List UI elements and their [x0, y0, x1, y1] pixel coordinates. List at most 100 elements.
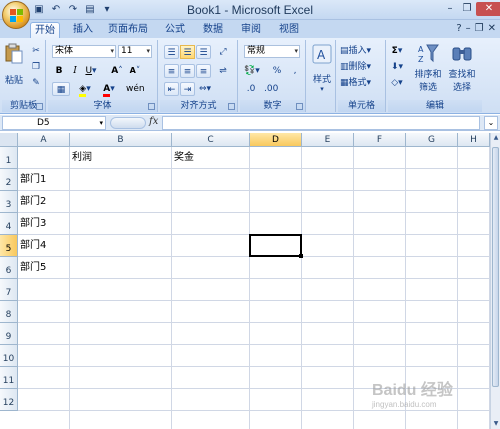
column-header-e[interactable]: E: [302, 133, 354, 147]
name-box[interactable]: D5 ▾: [2, 116, 106, 130]
cell-a5[interactable]: 部门4: [18, 235, 70, 257]
font-name-combo[interactable]: 宋体 ▾: [52, 45, 116, 58]
format-painter-icon[interactable]: ✎: [29, 76, 43, 90]
clear-button[interactable]: ◇▾: [390, 76, 404, 90]
column-header-g[interactable]: G: [406, 133, 458, 147]
increase-indent-button[interactable]: ⇥: [180, 82, 195, 96]
align-middle-button[interactable]: ☰: [180, 45, 195, 59]
grow-font-button[interactable]: A˄: [110, 64, 124, 78]
clipboard-group: 粘贴 ✂ ❐ ✎ 剪贴板: [2, 40, 46, 112]
find-select-button[interactable]: 查找和 选择: [446, 42, 478, 93]
autosum-button[interactable]: Σ▾: [390, 44, 404, 58]
cell-a2[interactable]: 部门1: [18, 169, 70, 191]
number-format-combo[interactable]: 常规 ▾: [244, 45, 300, 58]
tab-insert[interactable]: 插入: [68, 22, 98, 38]
restore-icon[interactable]: ❐: [475, 23, 484, 34]
row-header-2[interactable]: 2: [0, 169, 18, 191]
bold-button[interactable]: B: [52, 64, 66, 78]
row-header-12[interactable]: 12: [0, 389, 18, 411]
office-button[interactable]: [2, 1, 30, 29]
number-launcher-icon[interactable]: [296, 103, 303, 110]
row-header-11[interactable]: 11: [0, 367, 18, 389]
row-header-9[interactable]: 9: [0, 323, 18, 345]
row-header-1[interactable]: 1: [0, 147, 18, 169]
vertical-scrollbar[interactable]: ▲ ▼: [490, 133, 500, 429]
row-header-7[interactable]: 7: [0, 279, 18, 301]
align-top-button[interactable]: ☰: [164, 45, 179, 59]
column-header-f[interactable]: F: [354, 133, 406, 147]
align-center-button[interactable]: ≡: [180, 64, 195, 78]
alignment-launcher-icon[interactable]: [228, 103, 235, 110]
decrease-indent-button[interactable]: ⇤: [164, 82, 179, 96]
select-all-corner[interactable]: [0, 133, 18, 147]
tab-page-layout[interactable]: 页面布局: [106, 22, 150, 38]
fill-handle[interactable]: [299, 254, 303, 258]
close-workbook-icon[interactable]: ✕: [488, 23, 496, 34]
help-icon[interactable]: ?: [456, 23, 461, 34]
row-header-10[interactable]: 10: [0, 345, 18, 367]
cell-a4[interactable]: 部门3: [18, 213, 70, 235]
scroll-down-icon[interactable]: ▼: [491, 419, 500, 429]
maximize-icon[interactable]: ❐: [459, 2, 475, 16]
cell-a6[interactable]: 部门5: [18, 257, 70, 279]
fill-color-button[interactable]: ◈▾: [78, 82, 92, 97]
scroll-up-icon[interactable]: ▲: [491, 133, 500, 143]
shrink-font-button[interactable]: A˅: [128, 64, 142, 78]
font-size-combo[interactable]: 11 ▾: [118, 45, 152, 58]
orientation-button[interactable]: ⤢: [216, 45, 230, 59]
minimize-window-icon[interactable]: –: [466, 23, 471, 34]
insert-function-icon[interactable]: fx: [149, 116, 158, 127]
cell-c1[interactable]: 奖金: [172, 147, 250, 169]
accounting-format-button[interactable]: 💱▾: [244, 64, 260, 78]
font-launcher-icon[interactable]: [148, 103, 155, 110]
cut-icon[interactable]: ✂: [29, 44, 43, 58]
insert-cells-button[interactable]: ▤插入▾: [340, 44, 371, 58]
paste-button[interactable]: 粘贴: [2, 42, 26, 86]
sort-filter-button[interactable]: A Z 排序和 筛选: [412, 42, 444, 93]
copy-icon[interactable]: ❐: [29, 60, 43, 74]
delete-cells-button[interactable]: ▥删除▾: [340, 60, 371, 74]
percent-button[interactable]: %: [270, 64, 284, 78]
clipboard-launcher-icon[interactable]: [36, 103, 43, 110]
row-header-4[interactable]: 4: [0, 213, 18, 235]
formula-input[interactable]: [162, 116, 480, 130]
close-icon[interactable]: ✕: [476, 2, 500, 16]
borders-button[interactable]: ▦: [52, 82, 70, 96]
column-header-a[interactable]: A: [18, 133, 70, 147]
cell-b1[interactable]: 利润: [70, 147, 172, 169]
column-header-h[interactable]: H: [458, 133, 490, 147]
fill-button[interactable]: ⬇▾: [390, 60, 404, 74]
row-header-5[interactable]: 5: [0, 235, 18, 257]
font-color-button[interactable]: A▾: [102, 82, 116, 97]
find-select-label-1: 查找和: [448, 70, 476, 80]
tab-home[interactable]: 开始: [30, 22, 60, 38]
row-header-3[interactable]: 3: [0, 191, 18, 213]
align-bottom-button[interactable]: ☰: [196, 45, 211, 59]
comma-button[interactable]: ,: [288, 64, 302, 78]
increase-decimal-button[interactable]: .0: [244, 82, 258, 96]
phonetic-button[interactable]: wén: [126, 82, 145, 96]
expand-formula-bar-icon[interactable]: ⌄: [484, 116, 498, 130]
styles-button[interactable]: A 样式 ▾: [310, 43, 334, 93]
tab-view[interactable]: 视图: [274, 22, 304, 38]
merge-center-button[interactable]: ⇔▾: [198, 82, 212, 96]
tab-formulas[interactable]: 公式: [160, 22, 190, 38]
cell-a3[interactable]: 部门2: [18, 191, 70, 213]
format-cells-button[interactable]: ▦格式▾: [340, 76, 371, 90]
tab-data[interactable]: 数据: [198, 22, 228, 38]
tab-review[interactable]: 审阅: [236, 22, 266, 38]
column-header-d[interactable]: D: [250, 133, 302, 147]
row-header-8[interactable]: 8: [0, 301, 18, 323]
column-header-c[interactable]: C: [172, 133, 250, 147]
row-header-6[interactable]: 6: [0, 257, 18, 279]
active-cell-border[interactable]: [249, 234, 302, 257]
scroll-thumb[interactable]: [492, 147, 499, 387]
column-header-b[interactable]: B: [70, 133, 172, 147]
italic-button[interactable]: I: [68, 64, 82, 78]
wrap-text-button[interactable]: ⇌: [216, 64, 230, 78]
minimize-icon[interactable]: –: [442, 2, 458, 16]
decrease-decimal-button[interactable]: .00: [264, 82, 278, 96]
align-right-button[interactable]: ≡: [196, 64, 211, 78]
align-left-button[interactable]: ≡: [164, 64, 179, 78]
underline-button[interactable]: U▾: [84, 64, 98, 78]
